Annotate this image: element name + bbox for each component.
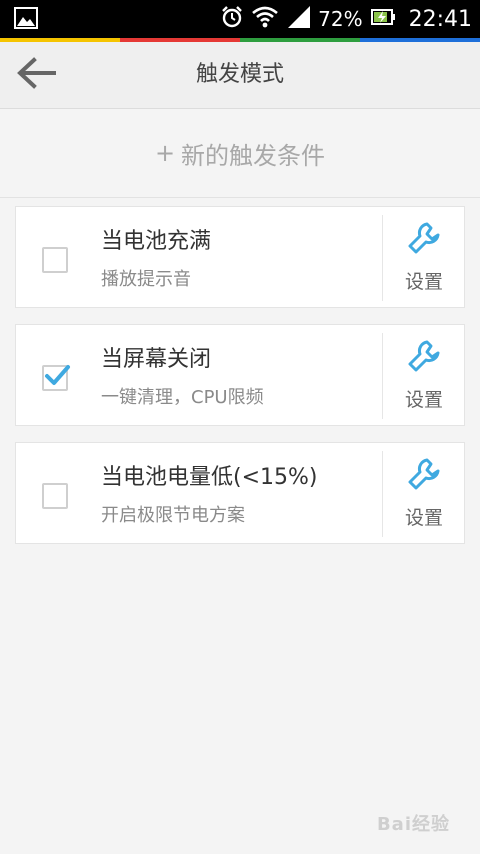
clock-time: 22:41	[408, 6, 472, 32]
trigger-subtitle: 一键清理，CPU限频	[101, 387, 264, 408]
signal-icon	[286, 6, 311, 32]
settings-button[interactable]: 设置	[383, 207, 465, 307]
alarm-icon	[220, 5, 244, 33]
battery-percent: 72%	[318, 7, 363, 31]
trigger-subtitle: 播放提示音	[101, 269, 191, 290]
trigger-checkbox[interactable]	[42, 483, 68, 509]
wrench-icon	[408, 222, 440, 254]
wrench-icon	[408, 458, 440, 490]
trigger-checkbox[interactable]	[42, 247, 68, 273]
page-title: 触发模式	[195, 62, 284, 87]
add-trigger-label: 新的触发条件	[181, 141, 326, 170]
trigger-card-battery-low: 当电池电量低(<15%) 开启极限节电方案 设置	[15, 442, 465, 544]
status-bar: 72% 22:41	[0, 0, 480, 38]
trigger-checkbox[interactable]	[42, 365, 70, 391]
trigger-title: 当电池充满	[101, 229, 212, 254]
wifi-icon	[252, 6, 278, 32]
trigger-card-battery-full: 当电池充满 播放提示音 设置	[15, 206, 465, 308]
trigger-subtitle: 开启极限节电方案	[101, 505, 245, 526]
wrench-icon	[408, 340, 440, 372]
checkmark-icon	[45, 365, 70, 385]
settings-label: 设置	[404, 389, 443, 411]
watermark: Bai经验	[376, 814, 450, 835]
trigger-list: 当电池充满 播放提示音 设置 当屏幕关闭 一键清理，CPU限频 设置 当电池电量…	[15, 206, 465, 560]
plus-icon: +	[154, 139, 176, 167]
gallery-notification-icon	[14, 7, 38, 29]
settings-button[interactable]: 设置	[383, 325, 465, 425]
settings-label: 设置	[404, 271, 443, 293]
add-trigger-button[interactable]: + 新的触发条件	[0, 109, 480, 198]
trigger-title: 当电池电量低(<15%)	[101, 465, 318, 490]
settings-label: 设置	[404, 507, 443, 529]
settings-button[interactable]: 设置	[383, 443, 465, 543]
battery-charging-icon	[370, 8, 395, 30]
trigger-title: 当屏幕关闭	[101, 347, 212, 372]
app-header: 触发模式	[0, 42, 480, 109]
trigger-card-screen-off: 当屏幕关闭 一键清理，CPU限频 设置	[15, 324, 465, 426]
